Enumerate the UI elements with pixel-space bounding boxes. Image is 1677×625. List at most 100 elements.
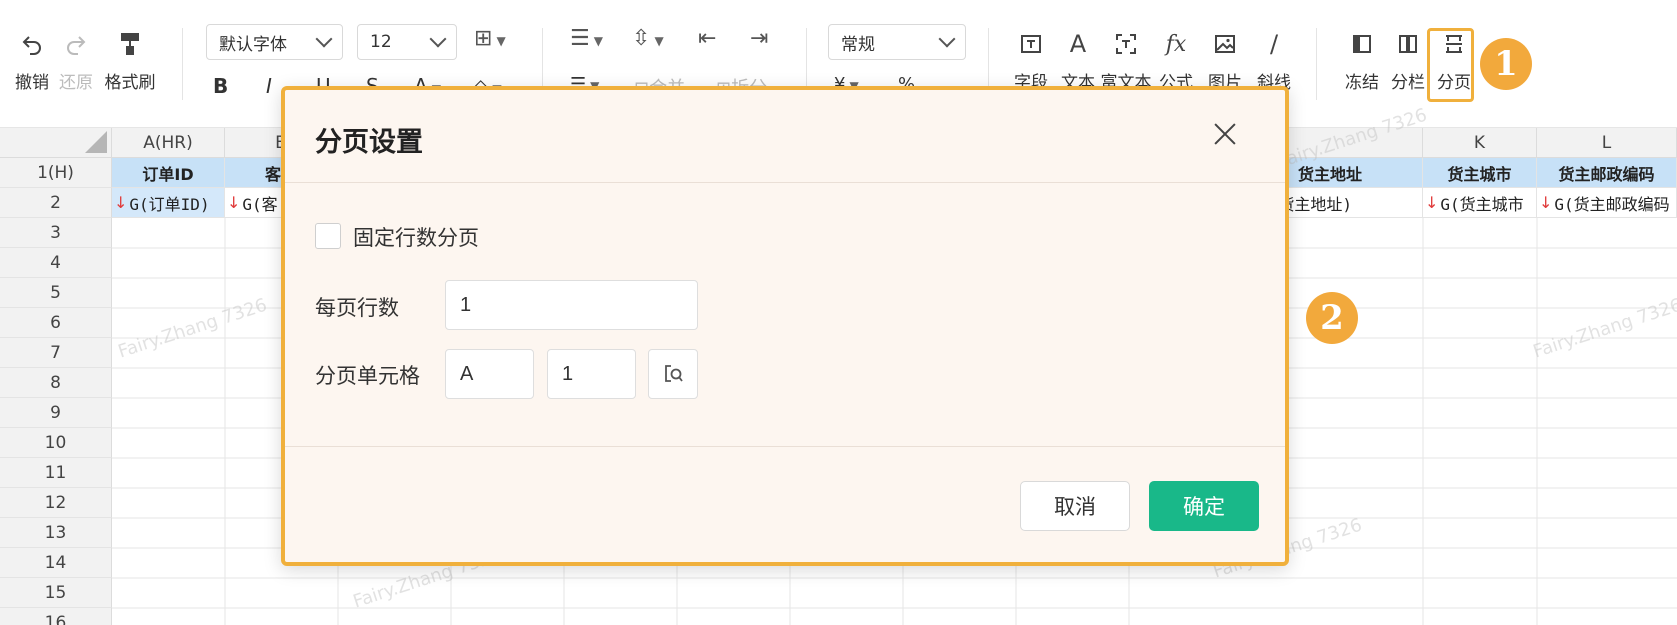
image-icon: [1214, 30, 1236, 58]
cell-b2-value: G(客: [242, 194, 278, 214]
row-header-16[interactable]: 16: [0, 608, 112, 625]
insert-image-button[interactable]: 图片: [1205, 30, 1245, 93]
row-header-4[interactable]: 4: [0, 248, 112, 278]
dialog-footer-divider: [285, 446, 1285, 447]
expand-down-arrow-icon: ↓: [1425, 193, 1439, 212]
format-painter-icon: [118, 30, 142, 58]
insert-rich-text-button[interactable]: 富文本: [1101, 30, 1152, 93]
cell-a2[interactable]: ↓ G(订单ID): [112, 188, 225, 218]
text-icon: A: [1069, 30, 1087, 58]
step-badge-2: 2: [1306, 292, 1358, 344]
row-header-14[interactable]: 14: [0, 548, 112, 578]
cell-a1[interactable]: 订单ID: [112, 158, 225, 188]
cell-k2[interactable]: ↓ G(货主城市: [1423, 188, 1537, 218]
redo-button[interactable]: 还原: [56, 30, 96, 93]
column-header-k[interactable]: K: [1423, 128, 1537, 158]
toolbar-divider: [182, 28, 183, 100]
fixed-rows-checkbox[interactable]: [315, 223, 341, 249]
cell-l2[interactable]: ↓ G(货主邮政编码: [1537, 188, 1677, 218]
row-header-13[interactable]: 13: [0, 518, 112, 548]
number-format-value: 常规: [841, 34, 875, 55]
insert-field-button[interactable]: 字段: [1011, 30, 1051, 93]
number-format-select[interactable]: 常规: [828, 24, 966, 60]
font-family-value: 默认字体: [219, 34, 287, 55]
caret-down-icon: ▼: [496, 34, 506, 48]
page-cell-column-input[interactable]: [445, 349, 534, 399]
step-badge-1: 1: [1480, 38, 1532, 90]
insert-formula-button[interactable]: fx 公式: [1156, 30, 1196, 94]
row-header-11[interactable]: 11: [0, 458, 112, 488]
undo-label: 撤销: [15, 73, 49, 93]
confirm-button[interactable]: 确定: [1149, 481, 1259, 531]
row-header-12[interactable]: 12: [0, 488, 112, 518]
row-header-6[interactable]: 6: [0, 308, 112, 338]
page-break-highlight: [1427, 28, 1474, 102]
redo-label: 还原: [59, 73, 93, 93]
formula-icon: fx: [1165, 31, 1187, 57]
redo-icon: [64, 30, 88, 58]
insert-slash-button[interactable]: / 斜线: [1254, 30, 1294, 93]
rich-text-icon: [1115, 30, 1137, 58]
freeze-icon: [1351, 30, 1373, 58]
align-center-icon: ☰: [570, 26, 590, 51]
columns-button[interactable]: 分栏: [1388, 30, 1428, 93]
chevron-down-icon: [429, 30, 447, 48]
indent-icon: ⇥: [750, 26, 769, 51]
dialog-title: 分页设置: [315, 127, 423, 158]
row-header-5[interactable]: 5: [0, 278, 112, 308]
page-cell-label: 分页单元格: [315, 364, 420, 388]
row-header-7[interactable]: 7: [0, 338, 112, 368]
cell-k1[interactable]: 货主城市: [1423, 158, 1537, 188]
chevron-down-icon: [938, 30, 956, 48]
font-size-select[interactable]: 12: [357, 24, 457, 60]
font-family-select[interactable]: 默认字体: [206, 24, 343, 60]
field-icon: [1020, 30, 1042, 58]
rows-per-page-input[interactable]: [445, 280, 698, 330]
slash-icon: /: [1269, 30, 1279, 58]
row-header-15[interactable]: 15: [0, 578, 112, 608]
horizontal-align-button[interactable]: ☰ ▼: [570, 26, 603, 51]
undo-button[interactable]: 撤销: [12, 30, 52, 93]
freeze-button[interactable]: 冻结: [1342, 30, 1382, 93]
decrease-indent-button[interactable]: ⇤: [698, 26, 716, 51]
freeze-label: 冻结: [1345, 73, 1379, 93]
select-all-corner[interactable]: [0, 128, 112, 158]
cell-l1[interactable]: 货主邮政编码: [1537, 158, 1677, 188]
expand-down-arrow-icon: ↓: [1539, 193, 1553, 212]
column-header-l[interactable]: L: [1537, 128, 1677, 158]
increase-indent-button[interactable]: ⇥: [750, 26, 768, 51]
vertical-align-button[interactable]: ⇳ ▼: [632, 26, 664, 51]
toolbar-divider: [1316, 28, 1317, 100]
fixed-rows-label: 固定行数分页: [353, 226, 479, 250]
row-header-8[interactable]: 8: [0, 368, 112, 398]
cell-k2-value: G(货主城市: [1440, 194, 1524, 214]
row-header-2[interactable]: 2: [0, 188, 112, 218]
border-icon: ⊞: [474, 26, 493, 51]
columns-label: 分栏: [1391, 73, 1425, 93]
dialog-header-divider: [285, 182, 1285, 183]
font-size-value: 12: [370, 32, 392, 52]
close-icon[interactable]: [1209, 118, 1241, 150]
row-header-9[interactable]: 9: [0, 398, 112, 428]
bold-button[interactable]: B: [213, 74, 228, 98]
chevron-down-icon: [315, 30, 333, 48]
row-header-3[interactable]: 3: [0, 218, 112, 248]
expand-down-arrow-icon: ↓: [227, 193, 241, 212]
align-middle-icon: ⇳: [632, 26, 651, 51]
insert-text-button[interactable]: A 文本: [1058, 30, 1098, 93]
expand-down-arrow-icon: ↓: [114, 193, 128, 212]
page-break-dialog: 分页设置 固定行数分页 每页行数 分页单元格 取消 确定: [281, 86, 1289, 566]
italic-button[interactable]: I: [266, 74, 272, 98]
format-painter-label: 格式刷: [104, 73, 156, 93]
cell-j2-value: 货主地址): [1278, 194, 1352, 214]
outdent-icon: ⇤: [698, 26, 717, 51]
border-button[interactable]: ⊞ ▼: [474, 26, 506, 51]
cancel-button[interactable]: 取消: [1020, 481, 1130, 531]
cell-picker-button[interactable]: [648, 349, 698, 399]
page-cell-row-input[interactable]: [547, 349, 636, 399]
row-header-10[interactable]: 10: [0, 428, 112, 458]
column-header-a[interactable]: A(HR): [112, 128, 225, 158]
columns-icon: [1397, 30, 1419, 58]
format-painter-button[interactable]: 格式刷: [100, 30, 160, 93]
row-header-1[interactable]: 1(H): [0, 158, 112, 188]
